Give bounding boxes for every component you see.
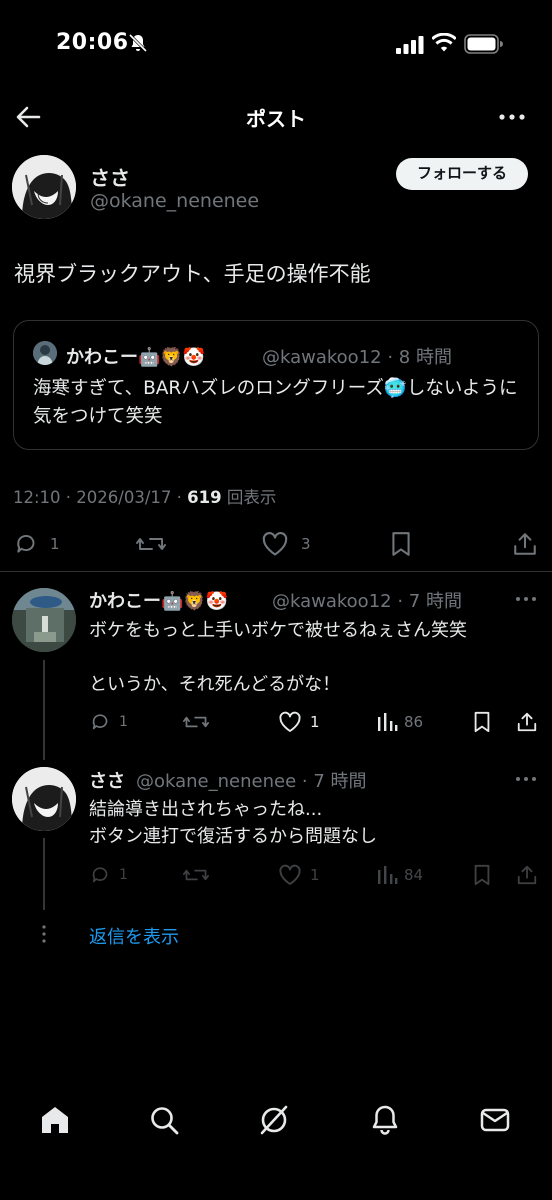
- follow-button[interactable]: フォローする: [396, 158, 528, 190]
- view-count: 86: [404, 713, 424, 731]
- bottom-tab-bar: [0, 1090, 552, 1150]
- reply-views-button[interactable]: 84: [376, 864, 423, 886]
- reply-icon: [17, 534, 35, 553]
- reply-text: ボケをもっと上手いボケで被せるねぇさん笑笑 というか、それ死んどるがな！: [89, 620, 467, 695]
- reply-reply-button[interactable]: 1: [89, 864, 128, 886]
- view-count: 619: [187, 488, 222, 507]
- reply-count: 1: [119, 714, 128, 730]
- share-icon: [514, 533, 536, 555]
- analytics-icon: [378, 866, 398, 884]
- thread-ellipsis-icon: [42, 925, 46, 943]
- reply-share-button[interactable]: [516, 711, 538, 733]
- bookmark-icon: [474, 711, 490, 733]
- quoted-author-avatar: [33, 341, 57, 365]
- reply-author-handle[interactable]: @okane_nenenee · 7 時間: [136, 767, 367, 793]
- reply-reply-button[interactable]: 1: [89, 711, 128, 733]
- bookmark-button[interactable]: [389, 531, 413, 557]
- status-bar: 20:06: [0, 0, 552, 90]
- post-meta: 12:10 · 2026/03/17 · 619 回表示: [13, 484, 276, 508]
- like-count: 3: [301, 535, 311, 553]
- share-button[interactable]: [512, 531, 538, 557]
- search-icon[interactable]: [148, 1104, 180, 1136]
- reply-button[interactable]: 1: [14, 531, 60, 557]
- like-icon: [262, 532, 288, 556]
- bookmark-icon: [474, 864, 490, 886]
- like-button[interactable]: 3: [261, 531, 311, 557]
- author-name[interactable]: ささ: [90, 162, 130, 191]
- repost-icon: [136, 538, 166, 550]
- wifi-icon: [432, 33, 456, 52]
- thread-line: [43, 660, 45, 760]
- analytics-icon: [378, 713, 398, 731]
- reply-author-handle[interactable]: @kawakoo12 · 7 時間: [272, 587, 462, 613]
- quoted-author-name: かわこー🤖🦁🤡: [66, 347, 206, 368]
- quoted-post-card[interactable]: かわこー🤖🦁🤡 @kawakoo12 · 8 時間 海寒すぎて、BARハズレのロ…: [13, 320, 539, 450]
- reply-author-name[interactable]: かわこー🤖🦁🤡: [89, 587, 228, 613]
- reply-text: 結論導き出されちゃったね... ボタン連打で復活するから問題なし: [89, 799, 377, 847]
- reply-more-icon[interactable]: [515, 772, 537, 786]
- home-icon[interactable]: [39, 1104, 71, 1136]
- reply-like-button[interactable]: 1: [278, 711, 320, 733]
- repost-button[interactable]: [136, 531, 166, 557]
- like-count: 1: [310, 713, 320, 731]
- reply-icon: [92, 714, 108, 730]
- reply-like-button[interactable]: 1: [278, 864, 320, 886]
- like-icon: [279, 864, 301, 885]
- reply-repost-button[interactable]: [183, 864, 209, 886]
- share-icon: [517, 712, 537, 732]
- quoted-author-handle: @kawakoo12 · 8 時間: [262, 347, 452, 368]
- reply-views-button[interactable]: 86: [376, 711, 423, 733]
- reply-bookmark-button[interactable]: [472, 711, 492, 733]
- share-icon: [517, 865, 537, 885]
- reply-icon: [92, 867, 108, 883]
- bookmark-icon: [392, 532, 410, 556]
- bell-off-icon: [128, 33, 148, 53]
- author-avatar[interactable]: [12, 155, 76, 219]
- view-count-suffix: 回表示: [221, 488, 277, 507]
- avatar-illustration: [12, 767, 76, 831]
- avatar-illustration: [33, 341, 57, 365]
- status-time: 20:06: [56, 30, 129, 55]
- divider: [0, 571, 552, 572]
- post-text: 視界ブラックアウト、手足の操作不能: [14, 262, 371, 286]
- reply-share-button[interactable]: [516, 864, 538, 886]
- repost-icon: [183, 716, 209, 728]
- grok-icon[interactable]: [258, 1104, 290, 1136]
- quoted-post-text: 海寒すぎて、BARハズレのロングフリーズ🥶しないように気をつけて笑笑: [33, 378, 518, 427]
- like-count: 1: [310, 866, 320, 884]
- reply-avatar[interactable]: [12, 767, 76, 831]
- post-timestamp: 12:10 · 2026/03/17 ·: [13, 488, 188, 507]
- author-handle[interactable]: @okane_nenenee: [90, 190, 259, 212]
- like-icon: [279, 711, 301, 732]
- reply-repost-button[interactable]: [183, 711, 209, 733]
- avatar-illustration: [12, 155, 76, 219]
- notifications-icon[interactable]: [369, 1104, 401, 1136]
- top-navigation: ポスト: [0, 95, 552, 139]
- avatar-illustration: [12, 588, 76, 652]
- more-options-icon[interactable]: [498, 103, 526, 131]
- messages-icon[interactable]: [479, 1104, 511, 1136]
- cellular-signal-icon: [396, 36, 424, 54]
- reply-avatar[interactable]: [12, 588, 76, 652]
- view-count: 84: [404, 866, 424, 884]
- reply-count: 1: [50, 535, 60, 553]
- show-replies-link[interactable]: 返信を表示: [89, 923, 179, 949]
- battery-icon: [464, 34, 503, 54]
- page-title: ポスト: [246, 107, 306, 131]
- repost-icon: [183, 869, 209, 881]
- reply-author-name[interactable]: ささ: [89, 767, 125, 793]
- reply-bookmark-button[interactable]: [472, 864, 492, 886]
- reply-count: 1: [119, 867, 128, 883]
- thread-line: [43, 838, 45, 910]
- reply-more-icon[interactable]: [515, 592, 537, 606]
